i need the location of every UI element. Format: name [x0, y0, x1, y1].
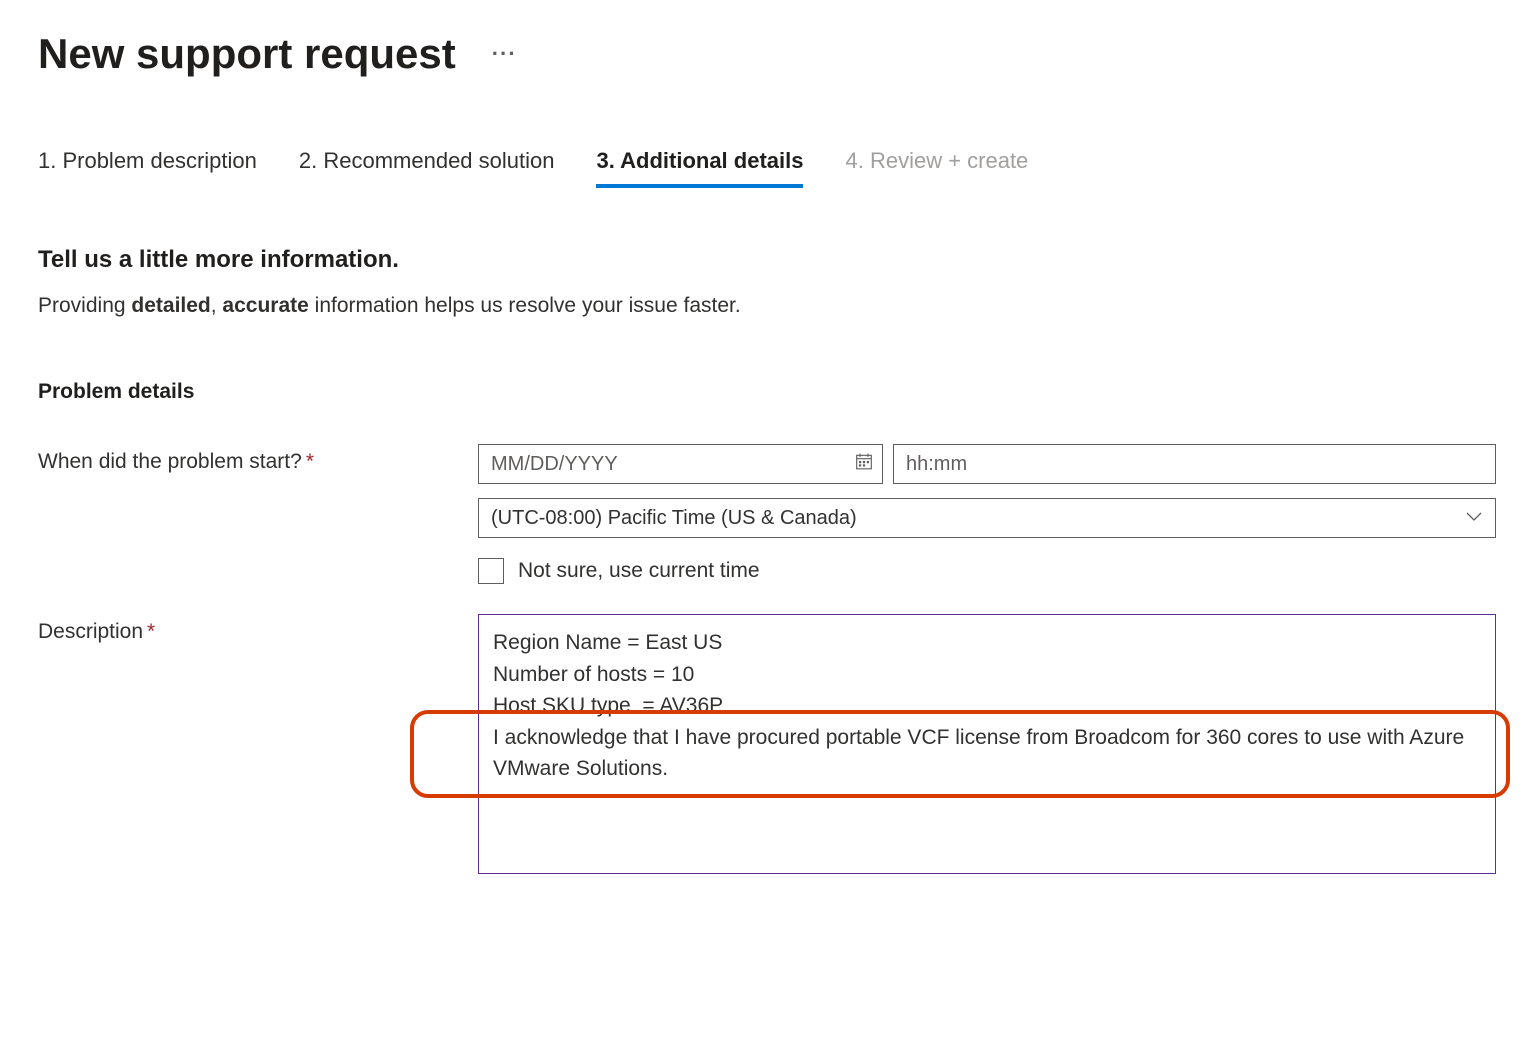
description-row: Description* Region Name = East US Numbe… [38, 614, 1496, 874]
page-title: New support request [38, 30, 456, 78]
not-sure-checkbox-row: Not sure, use current time [478, 558, 1496, 584]
timezone-select-wrapper: (UTC-08:00) Pacific Time (US & Canada) [478, 498, 1496, 538]
problem-details-heading: Problem details [38, 380, 1496, 404]
time-input[interactable] [893, 444, 1496, 484]
when-start-row: When did the problem start?* [38, 444, 1496, 584]
time-input-wrapper [893, 444, 1496, 484]
date-input-wrapper [478, 444, 883, 484]
timezone-select[interactable]: (UTC-08:00) Pacific Time (US & Canada) [478, 498, 1496, 538]
section-subtext: Providing detailed, accurate information… [38, 294, 1496, 318]
subtext-sep: , [211, 294, 223, 317]
required-asterisk: * [306, 450, 314, 473]
description-textarea-wrapper: Region Name = East US Number of hosts = … [478, 614, 1496, 874]
not-sure-label: Not sure, use current time [518, 559, 760, 583]
subtext-prefix: Providing [38, 294, 131, 317]
description-label: Description* [38, 614, 478, 644]
section-heading: Tell us a little more information. [38, 246, 1496, 274]
when-start-controls: (UTC-08:00) Pacific Time (US & Canada) N… [478, 444, 1496, 584]
description-textarea[interactable]: Region Name = East US Number of hosts = … [478, 614, 1496, 874]
subtext-bold1: detailed [131, 294, 210, 317]
tab-review-create: 4. Review + create [845, 148, 1028, 188]
tab-additional-details[interactable]: 3. Additional details [596, 148, 803, 188]
timezone-value: (UTC-08:00) Pacific Time (US & Canada) [491, 507, 857, 530]
date-input[interactable] [478, 444, 883, 484]
subtext-suffix: information helps us resolve your issue … [309, 294, 741, 317]
tab-problem-description[interactable]: 1. Problem description [38, 148, 257, 188]
description-controls: Region Name = East US Number of hosts = … [478, 614, 1496, 874]
when-start-label: When did the problem start?* [38, 444, 478, 474]
date-time-row [478, 444, 1496, 484]
tab-recommended-solution[interactable]: 2. Recommended solution [299, 148, 555, 188]
wizard-tabs: 1. Problem description 2. Recommended so… [38, 148, 1496, 188]
page-header: New support request ··· [38, 30, 1496, 78]
subtext-bold2: accurate [222, 294, 308, 317]
not-sure-checkbox[interactable] [478, 558, 504, 584]
required-asterisk: * [147, 620, 155, 643]
more-options-icon[interactable]: ··· [484, 37, 525, 71]
